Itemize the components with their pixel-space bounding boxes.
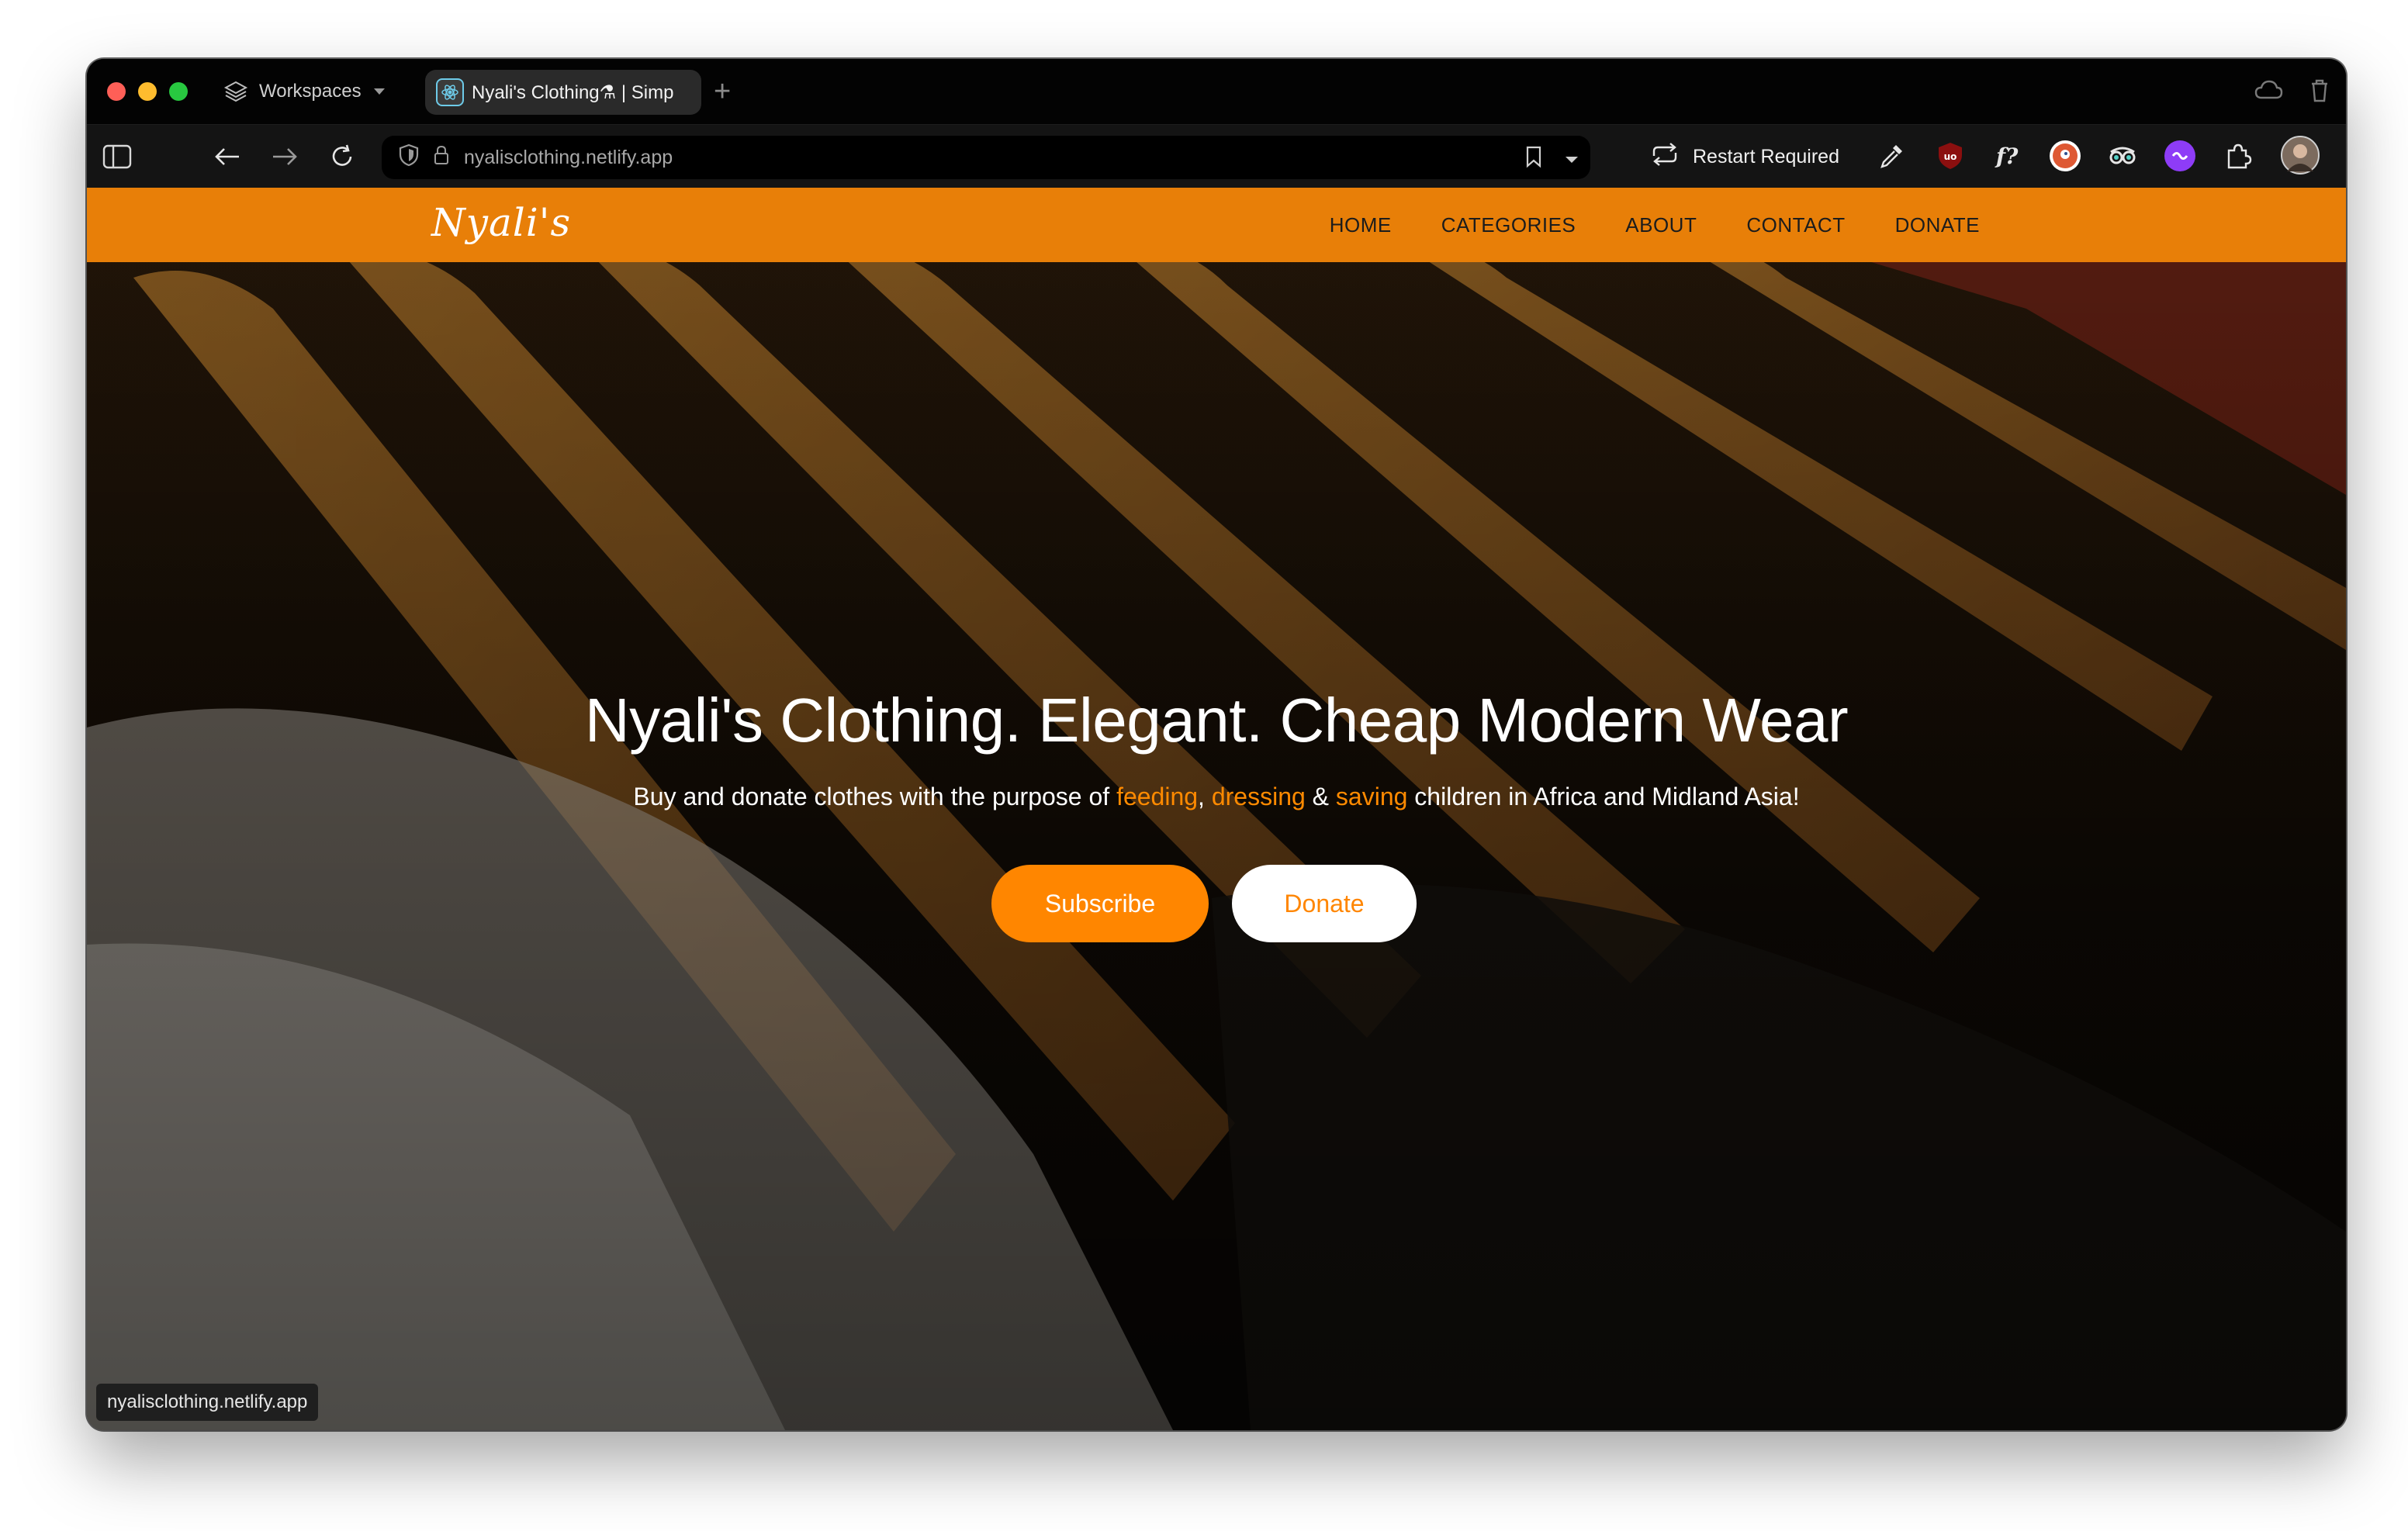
workspaces-menu[interactable]: Workspaces: [223, 74, 386, 109]
puzzle-icon[interactable]: [2222, 140, 2253, 171]
new-tab-button[interactable]: +: [714, 74, 731, 109]
link-status-bar: nyalisclothing.netlify.app: [96, 1384, 319, 1421]
nav-home[interactable]: HOME: [1330, 213, 1392, 237]
address-bar[interactable]: nyalisclothing.netlify.app: [382, 136, 1590, 179]
react-favicon-icon: [436, 78, 464, 106]
nav-about[interactable]: ABOUT: [1625, 213, 1697, 237]
nav-contact[interactable]: CONTACT: [1746, 213, 1845, 237]
sidebar-toggle-icon[interactable]: [102, 142, 132, 171]
duckduckgo-icon[interactable]: [2050, 140, 2081, 171]
purple-ext-icon[interactable]: [2164, 140, 2195, 171]
hero-section: Nyali's Clothing. Elegant. Cheap Modern …: [87, 262, 2346, 1430]
avatar[interactable]: [2281, 136, 2320, 175]
tab-title: Nyali's Clothing⚗ | Simp: [472, 81, 674, 103]
restart-icon: [1649, 142, 1680, 172]
shield-icon[interactable]: [399, 143, 419, 172]
subtitle-text: ,: [1198, 783, 1212, 810]
active-tab[interactable]: Nyali's Clothing⚗ | Simp: [425, 70, 701, 115]
forward-arrow-icon[interactable]: [270, 142, 299, 171]
hero-subtitle: Buy and donate clothes with the purpose …: [87, 783, 2346, 811]
eyedropper-icon[interactable]: [1876, 140, 1907, 171]
url-text: nyalisclothing.netlify.app: [464, 146, 673, 168]
svg-text:f?: f?: [1995, 143, 2019, 169]
url-actions: [1525, 145, 1579, 174]
zoom-window-button[interactable]: [169, 82, 188, 101]
web-page: Nyali's HOME CATEGORIES ABOUT CONTACT DO…: [87, 188, 2346, 1430]
browser-toolbar: nyalisclothing.netlify.app Restart Requi…: [87, 124, 2346, 188]
highlight-saving: saving: [1335, 783, 1408, 810]
back-arrow-icon[interactable]: [213, 142, 242, 171]
subtitle-text: &: [1305, 783, 1336, 810]
cloud-icon[interactable]: [2253, 74, 2284, 109]
nav-donate[interactable]: DONATE: [1895, 213, 1980, 237]
hero-title: Nyali's Clothing. Elegant. Cheap Modern …: [584, 686, 1849, 755]
bookmark-icon[interactable]: [1525, 145, 1542, 174]
hero-background-image: [87, 262, 2346, 1430]
titlebar-actions: [2253, 74, 2335, 109]
subtitle-text: Buy and donate clothes with the purpose …: [633, 783, 1117, 810]
nav-categories[interactable]: CATEGORIES: [1441, 213, 1576, 237]
restart-required-button[interactable]: Restart Required: [1649, 139, 1839, 175]
site-logo[interactable]: Nyali's: [431, 200, 571, 245]
trash-icon[interactable]: [2304, 74, 2335, 109]
highlight-dressing: dressing: [1211, 783, 1306, 810]
restart-label: Restart Required: [1693, 145, 1839, 168]
privacy-icon[interactable]: [2107, 140, 2138, 171]
lock-icon: [433, 144, 450, 171]
workspaces-label: Workspaces: [259, 81, 362, 102]
layers-icon: [223, 79, 248, 104]
site-navbar: Nyali's HOME CATEGORIES ABOUT CONTACT DO…: [87, 188, 2346, 262]
title-bar: Workspaces Nyali's Clothing⚗ | Simp +: [87, 59, 2346, 124]
ublock-icon[interactable]: uo: [1935, 140, 1966, 171]
chevron-down-icon: [372, 87, 386, 96]
subtitle-text: children in Africa and Midland Asia!: [1407, 783, 1800, 810]
reload-icon[interactable]: [327, 142, 357, 171]
chevron-down-icon[interactable]: [1564, 148, 1579, 171]
minimize-window-button[interactable]: [138, 82, 157, 101]
browser-window: Workspaces Nyali's Clothing⚗ | Simp + ny…: [87, 59, 2346, 1430]
main-nav: HOME CATEGORIES ABOUT CONTACT DONATE: [1330, 188, 1980, 262]
close-window-button[interactable]: [107, 82, 126, 101]
svg-text:uo: uo: [1944, 151, 1957, 162]
highlight-feeding: feeding: [1116, 783, 1199, 810]
donate-button[interactable]: Donate: [1232, 865, 1417, 942]
fontface-icon[interactable]: f?: [1992, 140, 2023, 171]
subscribe-button[interactable]: Subscribe: [991, 865, 1209, 942]
